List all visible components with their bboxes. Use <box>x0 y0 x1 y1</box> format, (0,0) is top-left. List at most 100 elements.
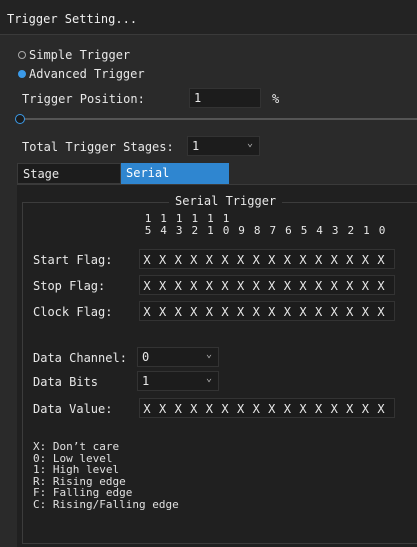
bit-cell[interactable]: X <box>377 402 385 416</box>
bit-cell[interactable]: X <box>330 402 338 416</box>
bit-cell[interactable]: X <box>361 253 369 267</box>
bit-cell[interactable]: X <box>268 253 276 267</box>
bit-cell[interactable]: X <box>143 279 151 293</box>
bit-cell[interactable]: X <box>377 305 385 319</box>
bit-cell[interactable]: X <box>377 253 385 267</box>
bit-cell[interactable]: X <box>330 305 338 319</box>
simple-trigger-radio[interactable]: Simple Trigger <box>18 47 130 63</box>
bit-index-units: 2 <box>191 224 199 237</box>
bit-cell[interactable]: X <box>330 279 338 293</box>
bit-cell[interactable]: X <box>190 253 198 267</box>
data-bits-label: Data Bits <box>33 375 99 389</box>
bit-cell[interactable]: X <box>346 402 354 416</box>
stop-flag-label: Stop Flag: <box>33 279 106 293</box>
bit-cell[interactable]: X <box>221 253 229 267</box>
data-channel-select[interactable]: 0 ⌄ <box>137 347 219 367</box>
data-bits-select[interactable]: 1 ⌄ <box>137 371 219 391</box>
trigger-position-slider-track[interactable] <box>18 118 417 120</box>
legend-item: C: Rising/Falling edge <box>33 497 179 511</box>
bit-cell[interactable]: X <box>268 305 276 319</box>
radio-off-icon <box>18 51 26 59</box>
stop-flag-field[interactable]: XXXXXXXXXXXXXXXX <box>139 275 395 295</box>
bit-cell[interactable]: X <box>237 305 245 319</box>
bit-cell[interactable]: X <box>268 402 276 416</box>
bit-cell[interactable]: X <box>299 253 307 267</box>
bit-cell[interactable]: X <box>190 402 198 416</box>
bit-cell[interactable]: X <box>299 402 307 416</box>
bit-cell[interactable]: X <box>283 279 291 293</box>
tab-serial-trigger[interactable]: Serial Trigger <box>121 163 229 201</box>
tab-stage-trigger[interactable]: Stage Trigger <box>17 163 121 202</box>
bit-cell[interactable]: X <box>159 402 167 416</box>
bit-cell[interactable]: X <box>159 305 167 319</box>
bit-cell[interactable]: X <box>377 279 385 293</box>
trigger-position-value: 1 <box>194 91 202 105</box>
bit-cell[interactable]: X <box>174 402 182 416</box>
bit-cell[interactable]: X <box>159 279 167 293</box>
bit-cell[interactable]: X <box>237 279 245 293</box>
window-title: Trigger Setting... <box>7 12 138 26</box>
bit-cell[interactable]: X <box>205 279 213 293</box>
bit-cell[interactable]: X <box>143 305 151 319</box>
bit-cell[interactable]: X <box>190 305 198 319</box>
advanced-trigger-label: Advanced Trigger <box>29 67 145 81</box>
start-flag-field[interactable]: XXXXXXXXXXXXXXXX <box>139 249 395 269</box>
title-bar: Trigger Setting... <box>0 0 417 35</box>
bit-cell[interactable]: X <box>346 253 354 267</box>
bit-cell[interactable]: X <box>361 305 369 319</box>
bit-cell[interactable]: X <box>143 253 151 267</box>
bit-cell[interactable]: X <box>205 305 213 319</box>
bit-cell[interactable]: X <box>221 279 229 293</box>
total-stages-label: Total Trigger Stages: <box>22 140 174 154</box>
bit-index-units: 5 <box>300 224 308 237</box>
trigger-position-slider-handle[interactable] <box>15 114 25 124</box>
bit-cell[interactable]: X <box>315 279 323 293</box>
bit-index-units: 2 <box>347 224 355 237</box>
total-stages-value: 1 <box>192 139 200 153</box>
simple-trigger-label: Simple Trigger <box>29 48 131 62</box>
trigger-position-input[interactable]: 1 <box>189 88 261 108</box>
bit-cell[interactable]: X <box>159 253 167 267</box>
bit-cell[interactable]: X <box>252 305 260 319</box>
bit-cell[interactable]: X <box>315 253 323 267</box>
bit-cell[interactable]: X <box>299 279 307 293</box>
clock-flag-label: Clock Flag: <box>33 305 113 319</box>
bit-cell[interactable]: X <box>237 253 245 267</box>
bit-index-units: 0 <box>378 224 386 237</box>
bit-cell[interactable]: X <box>221 305 229 319</box>
bit-cell[interactable]: X <box>252 279 260 293</box>
bit-cell[interactable]: X <box>143 402 151 416</box>
bit-cell[interactable]: X <box>283 253 291 267</box>
bit-cell[interactable]: X <box>268 279 276 293</box>
bit-cell[interactable]: X <box>361 402 369 416</box>
bit-cell[interactable]: X <box>205 402 213 416</box>
bit-cell[interactable]: X <box>237 402 245 416</box>
data-value-label: Data Value: <box>33 402 113 416</box>
bit-index-units: 9 <box>238 224 245 237</box>
bit-index-units: 4 <box>316 224 323 237</box>
bit-cell[interactable]: X <box>315 305 323 319</box>
data-value-field[interactable]: XXXXXXXXXXXXXXXX <box>139 398 395 418</box>
bit-cell[interactable]: X <box>174 253 182 267</box>
bit-cell[interactable]: X <box>361 279 369 293</box>
bit-cell[interactable]: X <box>252 253 260 267</box>
clock-flag-field[interactable]: XXXXXXXXXXXXXXXX <box>139 301 395 321</box>
bit-index-units: 3 <box>175 224 183 237</box>
bit-cell[interactable]: X <box>190 279 198 293</box>
bit-cell[interactable]: X <box>205 253 213 267</box>
bit-cell[interactable]: X <box>330 253 338 267</box>
bit-cell[interactable]: X <box>346 279 354 293</box>
bit-cell[interactable]: X <box>174 305 182 319</box>
advanced-trigger-radio[interactable]: Advanced Trigger <box>18 66 145 82</box>
bit-cell[interactable]: X <box>174 279 182 293</box>
bit-cell[interactable]: X <box>283 402 291 416</box>
bit-cell[interactable]: X <box>315 402 323 416</box>
bit-cell[interactable]: X <box>252 402 260 416</box>
bit-cell[interactable]: X <box>346 305 354 319</box>
bit-index-units: 3 <box>331 224 339 237</box>
bit-cell[interactable]: X <box>299 305 307 319</box>
bit-cell[interactable]: X <box>283 305 291 319</box>
total-stages-select[interactable]: 1 ⌄ <box>187 136 260 156</box>
bit-cell[interactable]: X <box>221 402 229 416</box>
bit-index-units: 4 <box>160 224 167 237</box>
